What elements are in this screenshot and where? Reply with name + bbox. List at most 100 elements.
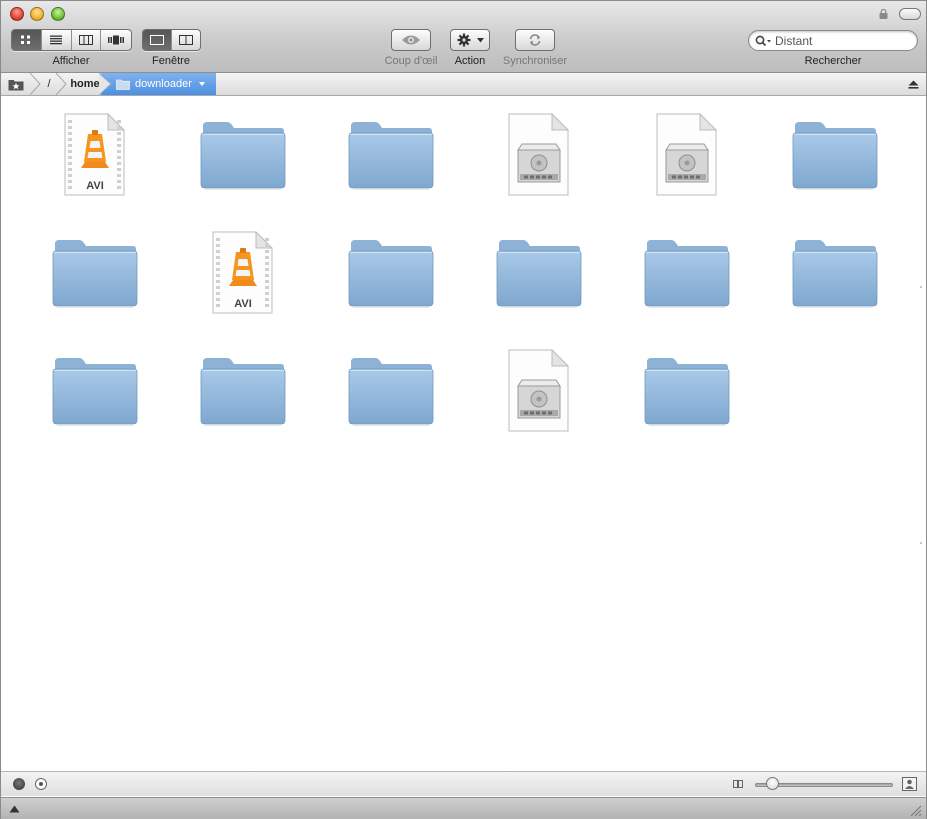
coverflow-view-button[interactable] (101, 30, 131, 50)
file-type-label: AVI (86, 180, 104, 192)
document-icon: AVI (64, 112, 126, 196)
sync-button[interactable] (515, 29, 555, 51)
disk-image-file-item[interactable] (637, 105, 737, 205)
folder-item[interactable] (489, 223, 589, 323)
folder-icon (348, 122, 434, 190)
folder-item[interactable] (341, 105, 441, 205)
folder-icon (496, 240, 582, 308)
resize-grip-icon[interactable] (910, 805, 922, 817)
path-item-home[interactable]: home (67, 73, 103, 95)
column-view-icon (78, 35, 93, 45)
large-icon-size-icon (902, 777, 917, 791)
avi-file-item[interactable]: AVI (45, 105, 145, 205)
folder-item[interactable] (785, 223, 885, 323)
lock-icon[interactable] (879, 9, 888, 19)
folder-icon (644, 240, 730, 308)
folder-item[interactable] (193, 341, 293, 441)
path-separator (55, 73, 67, 95)
status-bar (1, 771, 926, 796)
zoom-button[interactable] (51, 7, 65, 21)
window-label: Fenêtre (152, 55, 190, 67)
icon-view-button[interactable] (12, 30, 42, 50)
folder-item[interactable] (341, 341, 441, 441)
folder-item[interactable] (193, 105, 293, 205)
toolbar-toggle-button[interactable] (899, 8, 921, 20)
action-button[interactable] (450, 29, 490, 51)
path-item-label: home (70, 78, 100, 90)
toolbar: Afficher Fenêtre Coup d'œil Action Synch… (1, 1, 926, 73)
single-pane-icon (149, 35, 164, 45)
icon-size-slider-knob[interactable] (766, 777, 779, 790)
folder-icon (200, 358, 286, 426)
document-icon (508, 348, 570, 432)
view-label: Afficher (52, 55, 90, 67)
search-field[interactable] (748, 30, 918, 51)
hard-disk-icon (517, 143, 561, 183)
folder-item[interactable] (785, 105, 885, 205)
folder-item[interactable] (637, 341, 737, 441)
path-bar: / home downloader (1, 73, 926, 96)
document-icon (656, 112, 718, 196)
disk-image-file-item[interactable] (489, 341, 589, 441)
chevron-down-icon (198, 82, 205, 86)
avi-file-item[interactable]: AVI (193, 223, 293, 323)
list-view-icon (50, 35, 63, 45)
quicklook-button[interactable] (391, 29, 431, 51)
search-icon (755, 35, 771, 47)
disk-image-file-item[interactable] (489, 105, 589, 205)
folder-icon (52, 240, 138, 308)
drawer-toggle-icon[interactable] (9, 805, 20, 813)
folder-icon (792, 122, 878, 190)
document-icon (508, 112, 570, 196)
close-button[interactable] (10, 7, 24, 21)
target-icon[interactable] (35, 778, 47, 790)
column-view-button[interactable] (72, 30, 102, 50)
view-mode-control[interactable] (11, 29, 132, 51)
folder-item[interactable] (45, 223, 145, 323)
gear-icon (457, 33, 470, 47)
small-icon-size-icon (733, 780, 743, 788)
folder-icon (644, 358, 730, 426)
single-pane-button[interactable] (143, 30, 172, 50)
folder-icon (348, 240, 434, 308)
path-item-downloader[interactable]: downloader (101, 73, 216, 95)
search-label: Rechercher (804, 55, 862, 67)
path-item-label: / (47, 78, 51, 90)
minimize-button[interactable] (30, 7, 44, 21)
search-input[interactable] (775, 33, 910, 48)
hard-disk-icon (517, 379, 561, 419)
list-view-button[interactable] (42, 30, 72, 50)
path-separator (99, 73, 112, 95)
scroll-indicator (920, 286, 922, 288)
dropdown-arrow-icon (476, 37, 484, 42)
folder-item[interactable] (637, 223, 737, 323)
folder-item[interactable] (341, 223, 441, 323)
collapse-icon[interactable] (908, 80, 919, 89)
sync-label: Synchroniser (502, 55, 568, 67)
dual-pane-icon (178, 35, 193, 45)
sync-icon (529, 34, 541, 46)
document-icon: AVI (212, 230, 274, 314)
favorites-button[interactable] (1, 73, 31, 95)
finder-window: Afficher Fenêtre Coup d'œil Action Synch… (0, 0, 927, 819)
dual-pane-button[interactable] (172, 30, 200, 50)
record-icon[interactable] (13, 778, 25, 790)
folder-icon (792, 240, 878, 308)
file-grid: AVI AVI (1, 97, 926, 771)
folder-icon (116, 79, 130, 90)
scroll-indicator (920, 542, 922, 544)
bottom-bar (1, 797, 926, 819)
star-folder-icon (8, 79, 24, 90)
window-mode-control[interactable] (142, 29, 201, 51)
folder-icon (200, 122, 286, 190)
hard-disk-icon (665, 143, 709, 183)
folder-item[interactable] (45, 341, 145, 441)
file-type-label: AVI (234, 298, 252, 310)
icon-view-icon (21, 35, 31, 44)
folder-icon (348, 358, 434, 426)
folder-icon (52, 358, 138, 426)
coverflow-view-icon (108, 35, 125, 45)
eye-icon (402, 35, 420, 45)
path-item-label: downloader (135, 78, 192, 90)
path-separator (29, 73, 41, 95)
